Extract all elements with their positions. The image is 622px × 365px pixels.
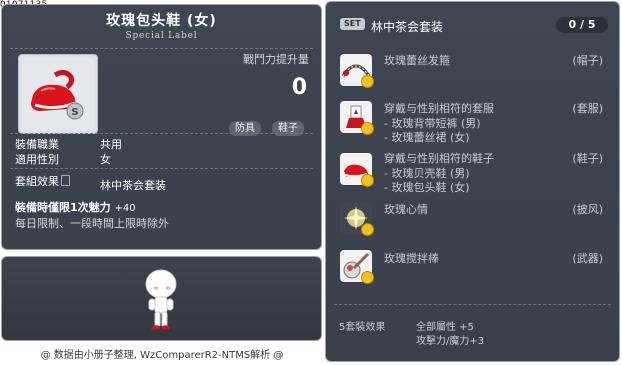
set-effect-value: 林中茶会套装 <box>100 179 166 192</box>
set-bonus-line: 攻擊力/魔力+3 <box>416 336 485 347</box>
character-avatar-icon <box>145 269 177 330</box>
job-value: 共用 <box>100 138 122 151</box>
set-item-variant: - 玫瑰蕾丝裙 (女) <box>384 131 470 144</box>
set-badge: SET <box>340 18 365 30</box>
set-effect-row: 套組效果 <box>15 173 70 189</box>
gender-value: 女 <box>100 153 111 166</box>
charm-bonus-label: 裝備時僅限1次魅力 <box>15 201 111 214</box>
limit-note: 每日限制、一段時間上限時除外 <box>15 217 169 230</box>
item-icon-slot: S <box>18 54 98 134</box>
divider <box>334 304 611 305</box>
set-item-icon <box>340 54 374 88</box>
set-item-icon <box>340 250 374 284</box>
set-title: 林中茶会套装 <box>371 20 444 34</box>
job-label: 裝備職業 <box>15 138 59 151</box>
svg-text:S: S <box>71 107 78 118</box>
set-item-category: (武器) <box>572 252 603 265</box>
gender-label: 適用性別 <box>15 153 59 166</box>
set-panel: SET 林中茶会套装 0 / 5 玫瑰蕾丝发箍 (帽子) 穿戴与性别相符的套服 … <box>325 1 620 362</box>
set-item-name: 穿戴与性别相符的套服 <box>384 102 494 115</box>
set-item-icon <box>340 202 374 236</box>
character-preview <box>1 256 322 341</box>
set-effect-label: 套組效果 <box>15 175 59 188</box>
special-label: Special Label <box>125 31 198 41</box>
set-item-name: 玫瑰心情 <box>384 203 428 216</box>
set-item-name: 穿戴与性别相符的鞋子 <box>384 152 494 165</box>
set-bonus-line: 全部屬性 +5 <box>416 322 474 333</box>
set-item-category: (披风) <box>572 203 603 216</box>
charm-bonus-value: +40 <box>114 203 136 214</box>
coin-icon <box>361 75 374 88</box>
item-tooltip: 玫瑰包头鞋 (女) Special Label S 戰鬥力提升量 0 防具 鞋子… <box>1 4 322 250</box>
coin-icon <box>361 271 374 284</box>
footer-credit: @ 数据由小册子整理, WzComparerR2-NTMS解析 @ <box>40 350 284 361</box>
set-item-category: (鞋子) <box>572 152 603 165</box>
power-label: 戰鬥力提升量 <box>243 53 309 66</box>
set-item-name: 玫瑰蕾丝发箍 <box>384 54 450 67</box>
coin-icon <box>361 122 374 135</box>
set-count: 0 / 5 <box>556 17 608 33</box>
set-item-icon <box>340 153 374 187</box>
divider <box>10 168 313 169</box>
coin-icon <box>361 174 374 187</box>
red-shoe-icon: S <box>22 58 94 130</box>
set-item-name: 玫瑰搅拌棒 <box>384 252 439 265</box>
power-value: 0 <box>291 75 307 100</box>
set-item-category: (帽子) <box>572 54 603 67</box>
set-item-variant: - 玫瑰包头鞋 (女) <box>384 181 470 194</box>
divider <box>10 133 313 134</box>
set-item-category: (套服) <box>572 102 603 115</box>
divider <box>10 48 313 49</box>
item-name: 玫瑰包头鞋 (女) <box>106 13 217 29</box>
set-bonus-label: 5套裝效果 <box>339 322 386 333</box>
coin-icon <box>361 223 374 236</box>
set-detail-icon[interactable] <box>61 175 70 186</box>
set-item-icon <box>340 101 374 135</box>
charm-bonus: 裝備時僅限1次魅力 +40 <box>15 199 136 215</box>
